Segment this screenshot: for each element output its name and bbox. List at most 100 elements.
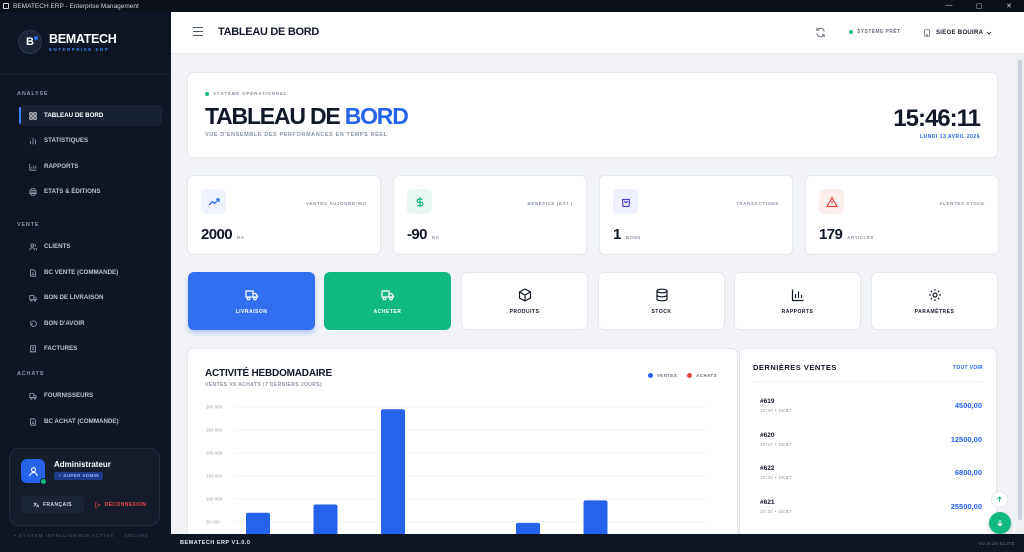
scrollbar-thumb[interactable]: [1018, 60, 1022, 520]
window-controls: — ▢ ✕: [934, 2, 1024, 10]
quick-action-livraison[interactable]: LIVRAISON: [188, 272, 315, 330]
document-icon: [28, 417, 38, 427]
sidebar-item-bon-de-livraison[interactable]: BON DE LIVRAISON: [19, 287, 162, 308]
database-icon: [655, 288, 668, 301]
legend-item-achats[interactable]: ACHATS: [687, 373, 717, 378]
chart-title: ACTIVITÉ HEBDOMADAIRE: [205, 368, 332, 379]
undo-icon: [28, 319, 38, 329]
truck-icon: [380, 289, 394, 300]
y-tick-label: 300 000: [206, 405, 223, 410]
sidebar-item-label: BC ACHAT (COMMANDE): [44, 418, 119, 425]
user-name: Administrateur: [54, 460, 111, 469]
sidebar-item-fournisseurs[interactable]: FOURNISSEURS: [19, 385, 162, 406]
shopping-bag-icon: [613, 189, 638, 214]
sidebar-item-statistiques[interactable]: STATISTIQUES: [19, 130, 162, 151]
document-icon: [28, 268, 38, 278]
sidebar-item-bon-davoir[interactable]: BON D'AVOIR: [19, 313, 162, 334]
truck-icon: [28, 391, 38, 401]
stat-value: -90 DA: [407, 226, 440, 243]
section-label-analyse: ANALYSE: [17, 91, 49, 97]
quick-action-rapports[interactable]: RAPPORTS: [734, 272, 861, 330]
stat-card-alertes[interactable]: ALERTES STOCK 179 ARTICLES: [805, 175, 999, 255]
window-titlebar: BEMATECH ERP - Enterprise Management — ▢…: [0, 0, 1024, 12]
clock-time: 15:46:11: [893, 105, 981, 132]
stat-value: 2000 DA: [201, 226, 245, 243]
main-area: TABLEAU DE BORD SYSTÈME PRÊT SIEGE BOUIR…: [171, 12, 1024, 552]
sidebar-item-etats-editions[interactable]: ETATS & ÉDITIONS: [19, 181, 162, 202]
sidebar-item-label: RAPPORTS: [44, 163, 79, 170]
recent-sales-title: DERNIÈRES VENTES: [753, 363, 837, 372]
sidebar-item-bc-vente[interactable]: BC VENTE (COMMANDE): [19, 262, 162, 283]
window-title: BEMATECH ERP - Enterprise Management: [13, 2, 139, 10]
language-button[interactable]: FRANÇAIS: [21, 496, 84, 513]
stat-card-benefice[interactable]: BÉNÉFICE (EST.) -90 DA: [393, 175, 587, 255]
close-button[interactable]: ✕: [994, 2, 1024, 10]
brand[interactable]: B BEMATECH ENTERPRISE ERP: [18, 30, 117, 54]
sale-meta: 10:30 • DEBT: [760, 408, 793, 413]
sidebar-item-factures[interactable]: FACTURES: [19, 338, 162, 359]
recent-sales-card: DERNIÈRES VENTES TOUT VOIR #619 10:30 • …: [739, 348, 997, 548]
bar-ventes-2[interactable]: [381, 409, 405, 545]
y-tick-label: 200 000: [206, 451, 223, 456]
quick-action-acheter[interactable]: ACHETER: [324, 272, 451, 330]
user-role-badge: ⚡ SUPER ADMIN: [54, 472, 103, 480]
sidebar-item-clients[interactable]: CLIENTS: [19, 236, 162, 257]
scroll-top-button[interactable]: [991, 491, 1008, 508]
hero-card: SYSTÈME OPÉRATIONNEL TABLEAU DE BORD VUE…: [187, 72, 998, 158]
sidebar-item-tableau-de-bord[interactable]: TABLEAU DE BORD: [19, 105, 162, 126]
stat-label: TRANSACTIONS: [736, 201, 779, 206]
app-footer: BEMATECH ERP V1.0.0 V2.0.26-ELITE: [171, 534, 1024, 552]
refresh-icon[interactable]: [815, 27, 826, 38]
quick-action-stock[interactable]: STOCK: [598, 272, 725, 330]
dollar-icon: [407, 189, 432, 214]
sidebar-item-label: FOURNISSEURS: [44, 392, 94, 399]
menu-icon[interactable]: [193, 27, 203, 36]
chevron-down-icon: [987, 31, 992, 34]
footer-build: V2.0.26-ELITE: [978, 540, 1015, 546]
sidebar-item-label: BC VENTE (COMMANDE): [44, 269, 119, 276]
y-tick-label: 100 000: [206, 497, 223, 502]
logout-button[interactable]: DÉCONNEXION: [89, 496, 152, 513]
legend-item-ventes[interactable]: VENTES: [647, 373, 677, 378]
sale-row[interactable]: #619 10:30 • DEBT 4500,00: [760, 398, 982, 418]
hero-title: TABLEAU DE BORD: [205, 103, 409, 129]
sidebar-item-label: ETATS & ÉDITIONS: [44, 188, 101, 195]
stats-icon: [28, 136, 38, 146]
sale-row[interactable]: #621 10:30 • DEBT 25500,00: [760, 499, 982, 519]
quick-action-parametres[interactable]: PARAMÈTRES: [871, 272, 998, 330]
sidebar-item-label: STATISTIQUES: [44, 137, 89, 144]
maximize-button[interactable]: ▢: [964, 2, 994, 10]
stat-label: ALERTES STOCK: [939, 201, 985, 206]
quick-action-produits[interactable]: PRODUITS: [461, 272, 588, 330]
chart-legend: VENTES ACHATS: [638, 373, 717, 378]
hero-subtitle: VUE D'ENSEMBLE DES PERFORMANCES EN TEMPS…: [205, 132, 388, 138]
sale-id: #621: [760, 499, 775, 506]
gear-icon: [928, 288, 941, 301]
stat-label: VENTES AUJOURD'HUI: [306, 201, 367, 206]
sidebar-item-label: CLIENTS: [44, 243, 71, 250]
sidebar-item-bc-achat[interactable]: BC ACHAT (COMMANDE): [19, 411, 162, 432]
warning-icon: [819, 189, 844, 214]
sale-row[interactable]: #620 10:47 • DEBT 12500,00: [760, 432, 982, 452]
view-all-link[interactable]: TOUT VOIR: [953, 365, 983, 371]
brand-subtitle: ENTERPRISE ERP: [49, 47, 110, 52]
avatar[interactable]: [21, 459, 47, 485]
y-tick-label: 150 000: [206, 474, 223, 479]
section-label-vente: VENTE: [17, 222, 40, 228]
weekly-activity-chart: 300 000 250 000 200 000 150 000 100 000 50 00…: [206, 405, 708, 545]
stat-card-ventes[interactable]: VENTES AUJOURD'HUI 2000 DA: [187, 175, 381, 255]
minimize-button[interactable]: —: [934, 2, 964, 10]
app-icon: [3, 3, 9, 9]
operational-status: SYSTÈME OPÉRATIONNEL: [205, 91, 287, 96]
truck-icon: [244, 289, 258, 300]
site-select[interactable]: SIEGE BOUIRA: [923, 25, 992, 40]
sidebar-item-label: BON D'AVOIR: [44, 320, 85, 327]
sidebar-item-rapports[interactable]: RAPPORTS: [19, 156, 162, 177]
trend-up-icon: [201, 189, 226, 214]
scroll-bottom-button[interactable]: [989, 512, 1011, 534]
arrow-up-icon: [997, 496, 1002, 502]
sale-row[interactable]: #622 10:30 • DEBT 6800,00: [760, 465, 982, 485]
sale-meta: 10:47 • DEBT: [760, 442, 793, 447]
stat-card-transactions[interactable]: TRANSACTIONS 1 BONS: [599, 175, 793, 255]
sale-amount: 12500,00: [950, 435, 982, 444]
